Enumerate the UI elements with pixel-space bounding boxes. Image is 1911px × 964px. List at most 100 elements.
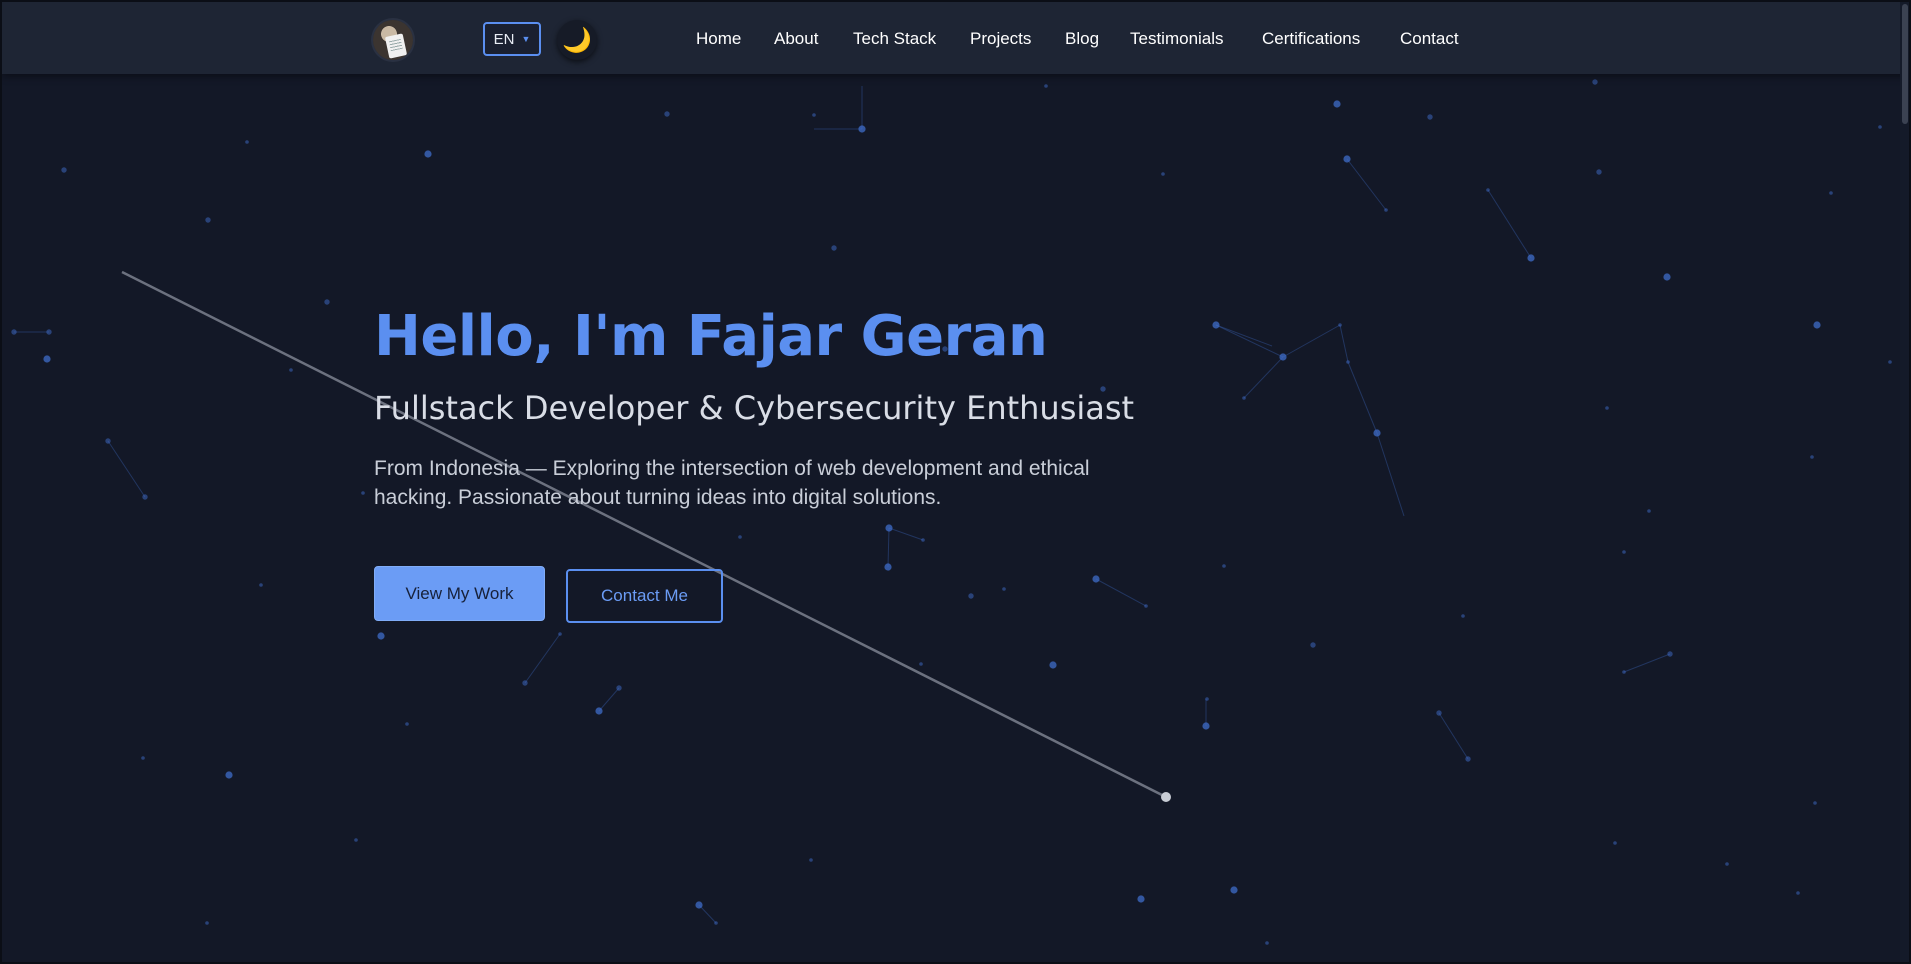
particle-dot xyxy=(1436,710,1442,716)
particle-dot xyxy=(1346,360,1350,364)
page-scrollbar[interactable] xyxy=(1900,2,1909,962)
particle-dot xyxy=(205,921,209,925)
particle-dot xyxy=(1427,114,1433,120)
particle-dot xyxy=(1137,895,1145,903)
particle-dot xyxy=(61,167,67,173)
particle-link xyxy=(1346,158,1387,211)
particle-link xyxy=(1487,189,1532,259)
contact-me-button[interactable]: Contact Me xyxy=(566,569,723,623)
theme-toggle-button[interactable]: 🌙 xyxy=(557,20,597,60)
hero-description: From Indonesia — Exploring the intersect… xyxy=(374,457,1090,509)
particle-dot xyxy=(1613,841,1617,845)
particle-dot xyxy=(424,150,432,158)
particle-dot xyxy=(405,722,409,726)
particle-dot xyxy=(1527,254,1535,262)
particle-dot xyxy=(664,111,670,117)
view-my-work-button[interactable]: View My Work xyxy=(374,566,545,621)
particle-link xyxy=(1376,432,1405,517)
shooting-star-head xyxy=(1161,792,1171,802)
particle-dot xyxy=(259,583,263,587)
particle-dot xyxy=(1230,886,1238,894)
particle-dot xyxy=(141,756,145,760)
particle-dot xyxy=(1596,169,1602,175)
particle-dot xyxy=(738,535,742,539)
navbar: EN ▼ 🌙 Home About Tech Stack Projects Bl… xyxy=(2,2,1909,74)
particle-link xyxy=(1347,361,1378,434)
particle-link xyxy=(1438,712,1469,760)
particle-dot xyxy=(1384,208,1388,212)
particle-dot xyxy=(1810,455,1814,459)
language-select[interactable]: EN ▼ xyxy=(483,22,541,56)
hero-section: Hello, I'm Fajar Geran Fullstack Develop… xyxy=(374,292,1174,512)
particle-link xyxy=(1243,356,1284,399)
particle-link xyxy=(1095,578,1147,607)
particle-dot xyxy=(558,632,562,636)
particle-dot xyxy=(1338,323,1342,327)
particle-dot xyxy=(616,685,622,691)
particle-dot xyxy=(225,771,233,779)
particle-dot xyxy=(46,329,52,335)
nav-link-certifications[interactable]: Certifications xyxy=(1262,27,1360,51)
particle-dot xyxy=(354,838,358,842)
particle-dot xyxy=(858,125,866,133)
particle-link xyxy=(1215,324,1284,358)
particle-dot xyxy=(1333,100,1341,108)
particle-dot xyxy=(812,113,816,117)
particle-link xyxy=(887,527,890,568)
particle-dot xyxy=(921,538,925,542)
particle-dot xyxy=(831,245,837,251)
particle-dot xyxy=(377,632,385,640)
moon-icon: 🌙 xyxy=(562,26,592,54)
particle-dot xyxy=(43,355,51,363)
nav-link-testimonials[interactable]: Testimonials xyxy=(1130,27,1224,51)
particle-dot xyxy=(919,662,923,666)
scrollbar-thumb[interactable] xyxy=(1902,4,1908,124)
profile-avatar[interactable] xyxy=(373,20,413,60)
particle-dot xyxy=(1002,587,1006,591)
particle-link xyxy=(598,687,620,712)
particle-dot xyxy=(1161,172,1165,176)
particle-dot xyxy=(695,901,703,909)
particle-link xyxy=(107,440,146,498)
particle-dot xyxy=(1212,321,1220,329)
particle-dot xyxy=(1878,125,1882,129)
particle-dot xyxy=(205,217,211,223)
particle-dot xyxy=(1343,155,1351,163)
nav-link-blog[interactable]: Blog xyxy=(1065,27,1099,51)
particle-link xyxy=(1215,324,1273,347)
particle-dot xyxy=(1622,550,1626,554)
particle-dot xyxy=(1667,651,1673,657)
particle-dot xyxy=(1044,84,1048,88)
particle-dot xyxy=(1486,188,1490,192)
particle-dot xyxy=(522,680,528,686)
particle-dot xyxy=(1663,273,1671,281)
particle-link xyxy=(1339,324,1349,363)
hero-subtitle: Fullstack Developer & Cybersecurity Enth… xyxy=(374,389,1135,427)
particle-dot xyxy=(142,494,148,500)
nav-link-tech-stack[interactable]: Tech Stack xyxy=(853,27,936,51)
nav-link-home[interactable]: Home xyxy=(696,27,741,51)
particle-dot xyxy=(1205,697,1209,701)
particle-dot xyxy=(1242,396,1246,400)
particle-link xyxy=(888,527,924,541)
particle-dot xyxy=(11,329,17,335)
particle-dot xyxy=(1605,406,1609,410)
particle-dot xyxy=(1592,79,1598,85)
particle-dot xyxy=(1279,353,1287,361)
particle-dot xyxy=(1310,642,1316,648)
nav-link-contact[interactable]: Contact xyxy=(1400,27,1459,51)
particle-dot xyxy=(245,140,249,144)
particle-dot xyxy=(361,491,365,495)
nav-link-about[interactable]: About xyxy=(774,27,818,51)
particle-link xyxy=(524,633,561,684)
particle-dot xyxy=(884,563,892,571)
nav-link-projects[interactable]: Projects xyxy=(970,27,1031,51)
particle-dot xyxy=(595,707,603,715)
page: EN ▼ 🌙 Home About Tech Stack Projects Bl… xyxy=(0,0,1911,964)
particle-dot xyxy=(105,438,111,444)
particle-dot xyxy=(1813,321,1821,329)
hero-title: Hello, I'm Fajar Geran xyxy=(374,304,1048,369)
particle-dot xyxy=(968,593,974,599)
particle-dot xyxy=(1813,801,1817,805)
particle-dot xyxy=(1461,614,1465,618)
